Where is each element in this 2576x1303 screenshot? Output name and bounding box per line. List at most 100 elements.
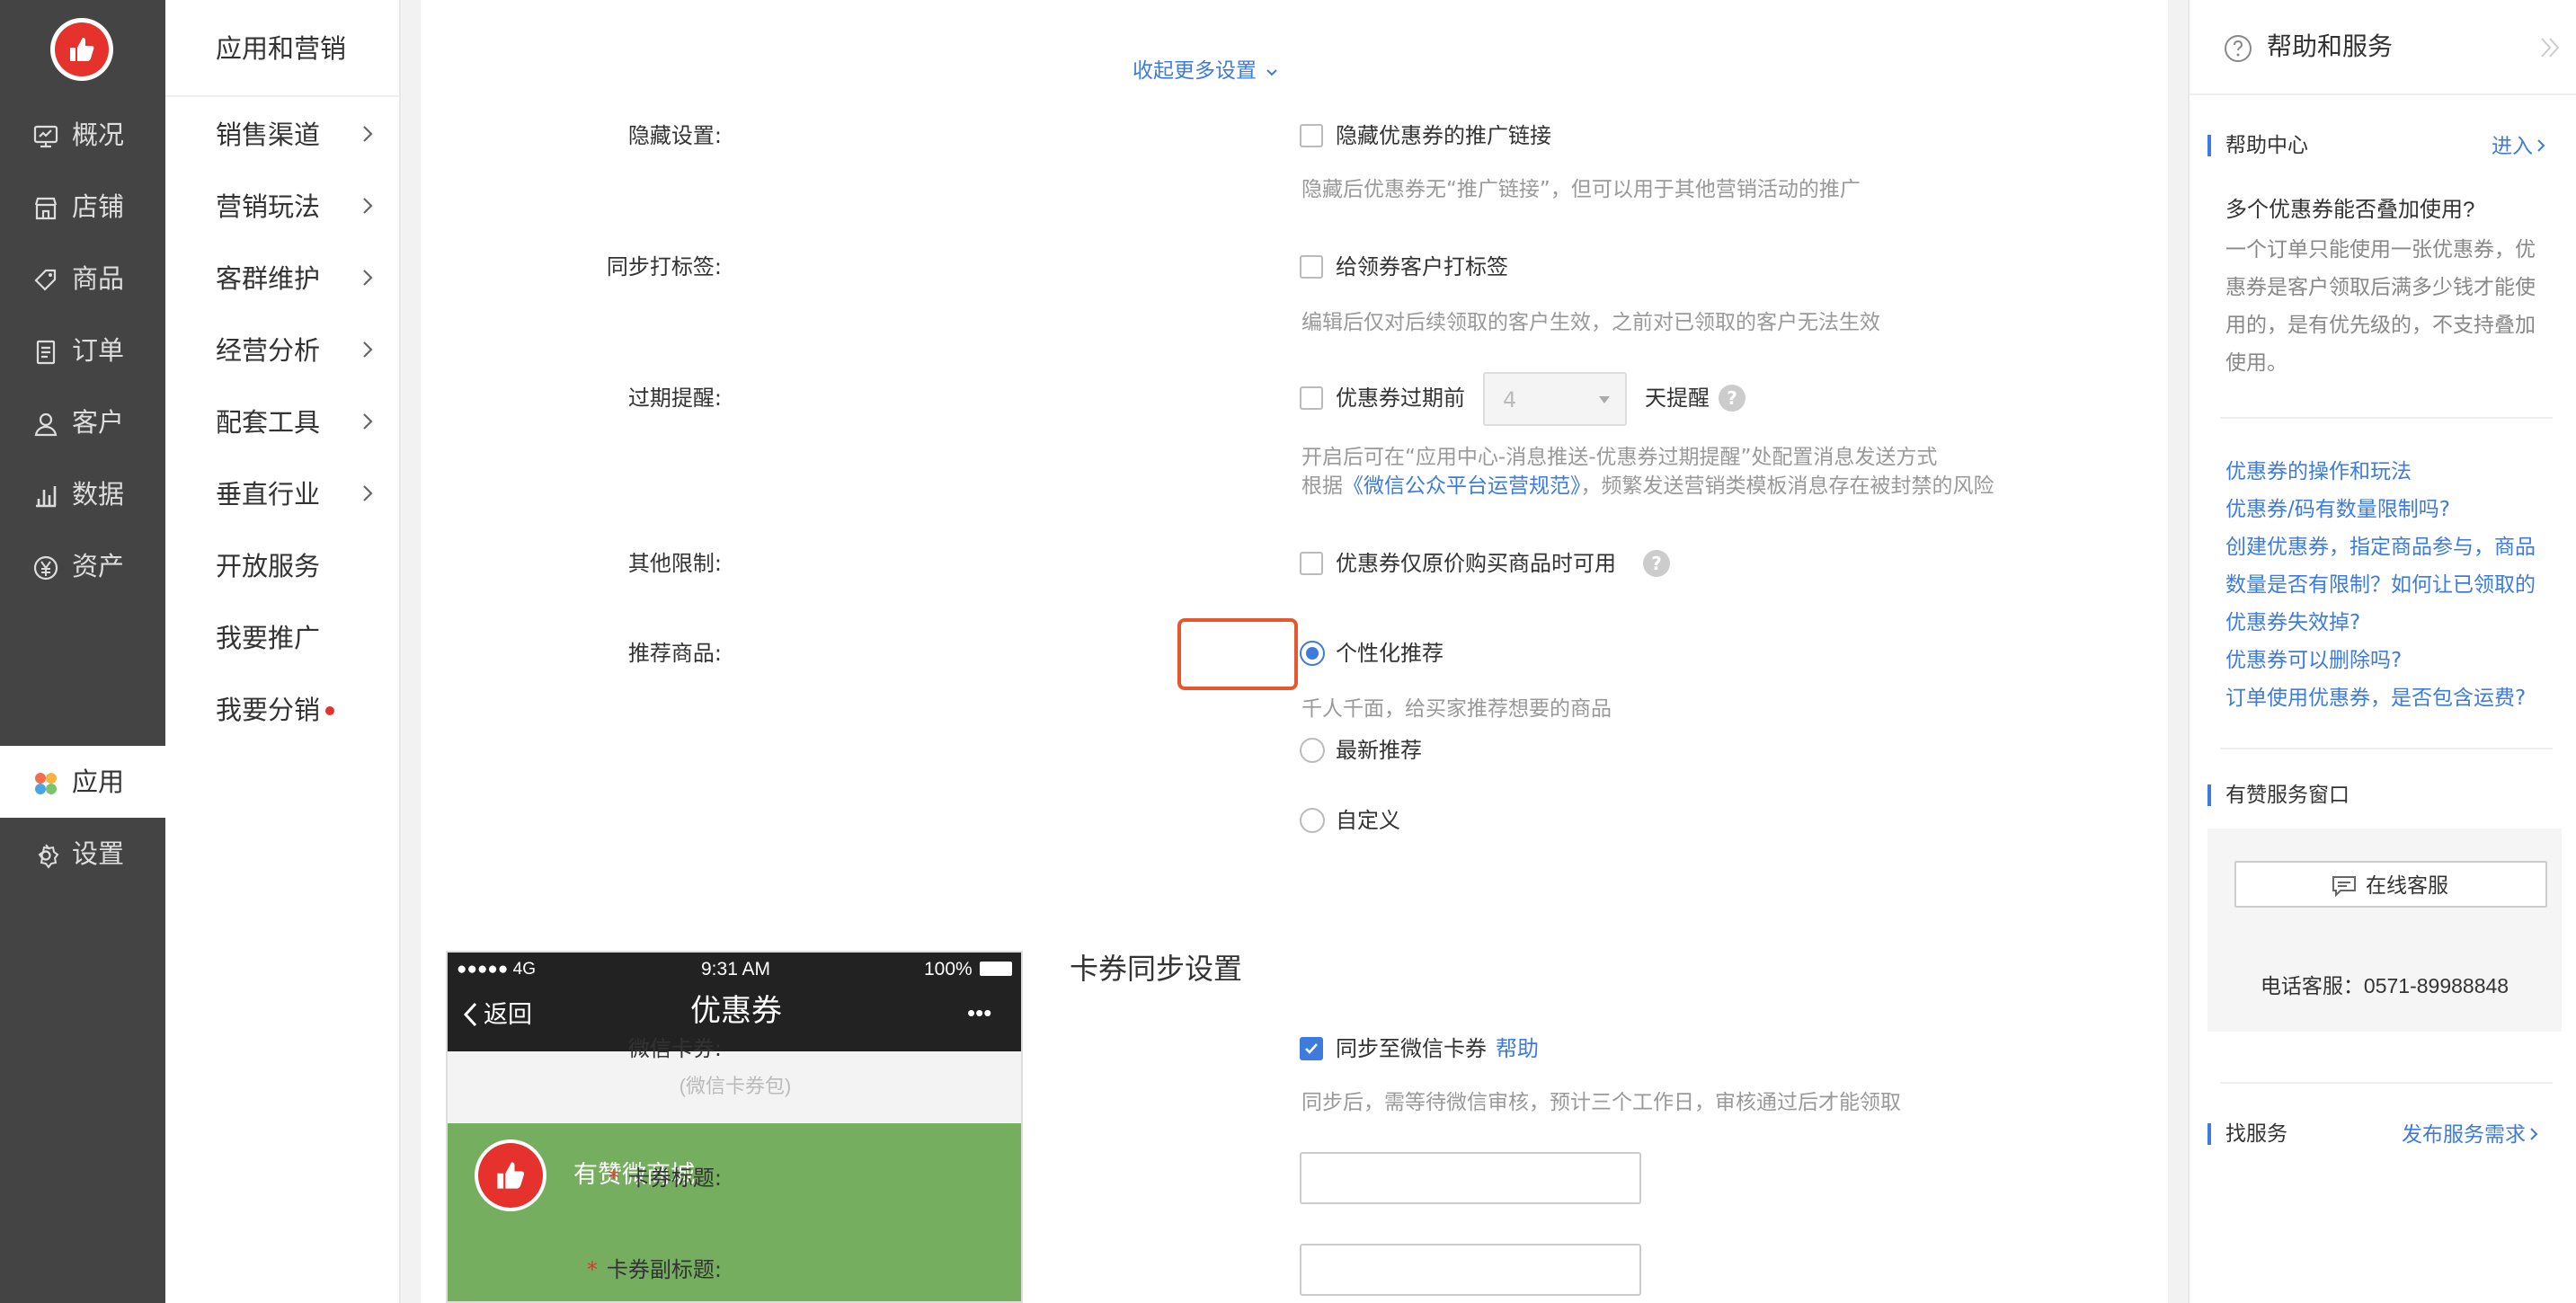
phone-preview: ●●●●● 4G 9:31 AM 100% 返回 优惠券 ••• (微信卡券包)… <box>446 951 1023 1303</box>
expiry-help-line2: 根据《微信公众平台运营规范》，频繁发送营销类模板消息存在被封禁的风险 <box>1301 471 1994 501</box>
sync-wechat-card-checkbox[interactable] <box>1300 1037 1323 1060</box>
help-center-enter-link[interactable]: 进入 <box>2492 132 2545 159</box>
subnav-item-promote[interactable]: 我要推广 <box>165 602 399 674</box>
nav-item-data[interactable]: 数据 <box>0 458 165 530</box>
apps-icon <box>35 773 57 794</box>
question-icon[interactable]: ? <box>1643 550 1670 577</box>
nav-item-settings[interactable]: 设置 <box>0 818 165 890</box>
expiry-help-line1: 开启后可在“应用中心-消息推送-优惠券过期提醒”处配置消息发送方式 <box>1301 446 1938 469</box>
reminder-days-select[interactable]: 4 <box>1483 372 1627 426</box>
check-icon <box>1305 1043 1318 1054</box>
help-link[interactable]: 创建优惠券，指定商品参与，商品 <box>2225 528 2536 566</box>
faq-question: 多个优惠券能否叠加使用? <box>2225 198 2475 222</box>
primary-sidebar: 概况 店铺 商品 订单 客户 数据 资产 应用 设置 <box>0 0 165 1303</box>
divider <box>2190 93 2576 95</box>
wechat-rules-link[interactable]: 《微信公众平台运营规范》 <box>1343 474 1581 498</box>
subnav-item-customer-care[interactable]: 客群维护 <box>165 243 399 315</box>
nav-item-orders[interactable]: 订单 <box>0 315 165 386</box>
subnav-item-vertical-industry[interactable]: 垂直行业 <box>165 458 399 530</box>
faq-answer-line: 一个订单只能使用一张优惠券，优 <box>2225 237 2536 261</box>
chevron-right-icon <box>363 270 373 286</box>
radio-latest[interactable] <box>1300 738 1325 763</box>
divider <box>2220 417 2553 419</box>
nav-item-label: 店铺 <box>72 191 125 222</box>
nav-item-label: 订单 <box>72 335 125 366</box>
required-mark: * <box>608 1166 619 1191</box>
nav-item-overview[interactable]: 概况 <box>0 99 165 171</box>
wechat-card-help-link[interactable]: 帮助 <box>1496 1035 1539 1062</box>
hide-setting-help: 隐藏后优惠券无“推广链接”，但可以用于其他营销活动的推广 <box>1301 178 1861 201</box>
card-title-input[interactable] <box>1300 1152 1641 1204</box>
nav-item-label: 数据 <box>72 479 125 510</box>
collapse-panel-icon[interactable] <box>2538 36 2562 59</box>
help-link[interactable]: 数量是否有限制？如何让已领取的 <box>2225 566 2536 604</box>
time-text: 9:31 AM <box>701 959 771 979</box>
store-icon <box>34 197 58 220</box>
radio-personalized-label: 个性化推荐 <box>1336 641 1443 666</box>
help-link[interactable]: 优惠券失效掉? <box>2225 604 2360 642</box>
publish-service-link[interactable]: 发布服务需求 <box>2402 1121 2538 1148</box>
battery-text: 100% <box>924 959 973 979</box>
subnav-item-marketing[interactable]: 营销玩法 <box>165 171 399 243</box>
tag-customers-checkbox[interactable] <box>1300 255 1323 279</box>
expiry-reminder-checkbox[interactable] <box>1300 386 1323 410</box>
brand-logo[interactable] <box>50 18 113 81</box>
hide-promo-link-checkbox[interactable] <box>1300 124 1323 147</box>
caret-down-icon <box>1599 396 1610 403</box>
recommend-label-highlight <box>1177 618 1298 690</box>
original-price-only-checkbox[interactable] <box>1300 552 1323 575</box>
subnav-item-open-service[interactable]: 开放服务 <box>165 530 399 602</box>
help-suffix: ，频繁发送营销类模板消息存在被封禁的风险 <box>1580 474 1994 498</box>
subnav-item-distribution[interactable]: 我要分销 <box>165 674 399 746</box>
question-icon[interactable]: ? <box>1719 385 1745 412</box>
chat-icon <box>2332 876 2356 897</box>
hide-promo-link-label: 隐藏优惠券的推广链接 <box>1336 123 1551 148</box>
subnav-item-sales-channel[interactable]: 销售渠道 <box>165 99 399 171</box>
online-service-label: 在线客服 <box>2366 873 2448 897</box>
help-link[interactable]: 订单使用优惠券，是否包含运费? <box>2225 679 2526 717</box>
card-subtitle-input[interactable] <box>1300 1244 1641 1296</box>
sync-tag-label: 同步打标签: <box>606 254 722 279</box>
nav-item-label: 资产 <box>72 551 125 581</box>
back-arrow-icon <box>463 1002 477 1027</box>
find-service-title: 找服务 <box>2225 1122 2287 1146</box>
more-icon: ••• <box>967 999 992 1026</box>
collapse-settings-link[interactable]: 收起更多设置 <box>1133 58 1278 88</box>
online-service-button[interactable]: 在线客服 <box>2234 861 2547 908</box>
section-marker <box>2207 784 2211 806</box>
nav-item-label: 商品 <box>72 263 125 294</box>
subnav-item-analytics[interactable]: 经营分析 <box>165 315 399 386</box>
radio-personalized[interactable] <box>1300 641 1325 666</box>
radio-custom[interactable] <box>1300 808 1325 833</box>
enter-link-label: 进入 <box>2492 134 2533 157</box>
subnav-item-label: 客群维护 <box>216 263 321 294</box>
secondary-sidebar-title: 应用和营销 <box>216 33 347 64</box>
reminder-suffix: 天提醒 <box>1645 386 1710 411</box>
card-subtitle-label-text: 卡券副标题: <box>606 1257 722 1282</box>
card-sync-section-title: 卡券同步设置 <box>1070 953 1243 985</box>
wechat-card-label: 微信卡券: <box>627 1036 722 1061</box>
nav-item-apps[interactable]: 应用 <box>0 746 165 818</box>
faq-answer-line: 惠券是客户领取后满多少钱才能使 <box>2225 275 2536 298</box>
section-marker <box>2207 135 2211 156</box>
tag-customers-label: 给领券客户打标签 <box>1336 254 1508 279</box>
nav-item-customers[interactable]: 客户 <box>0 386 165 458</box>
collapse-settings-label: 收起更多设置 <box>1133 59 1257 83</box>
card-title-label: * 卡券标题: <box>506 1165 722 1192</box>
faq-answer-line: 使用。 <box>2225 350 2287 374</box>
subnav-item-label: 我要推广 <box>216 623 321 653</box>
card-subtitle-label: * 卡券副标题: <box>506 1256 722 1283</box>
divider <box>2220 1082 2553 1084</box>
nav-item-goods[interactable]: 商品 <box>0 243 165 315</box>
service-window-title: 有赞服务窗口 <box>2225 784 2349 807</box>
help-link[interactable]: 优惠券的操作和玩法 <box>2225 453 2412 491</box>
recommend-label: 推荐商品: <box>627 641 722 666</box>
notification-dot <box>325 706 334 715</box>
nav-item-store[interactable]: 店铺 <box>0 171 165 243</box>
help-link[interactable]: 优惠券可以删除吗? <box>2225 642 2402 679</box>
chevron-right-icon <box>2537 139 2545 152</box>
subnav-item-tools[interactable]: 配套工具 <box>165 386 399 458</box>
help-link[interactable]: 优惠券/码有数量限制吗? <box>2225 491 2450 528</box>
subnav-item-label: 营销玩法 <box>216 191 321 222</box>
nav-item-assets[interactable]: 资产 <box>0 530 165 602</box>
